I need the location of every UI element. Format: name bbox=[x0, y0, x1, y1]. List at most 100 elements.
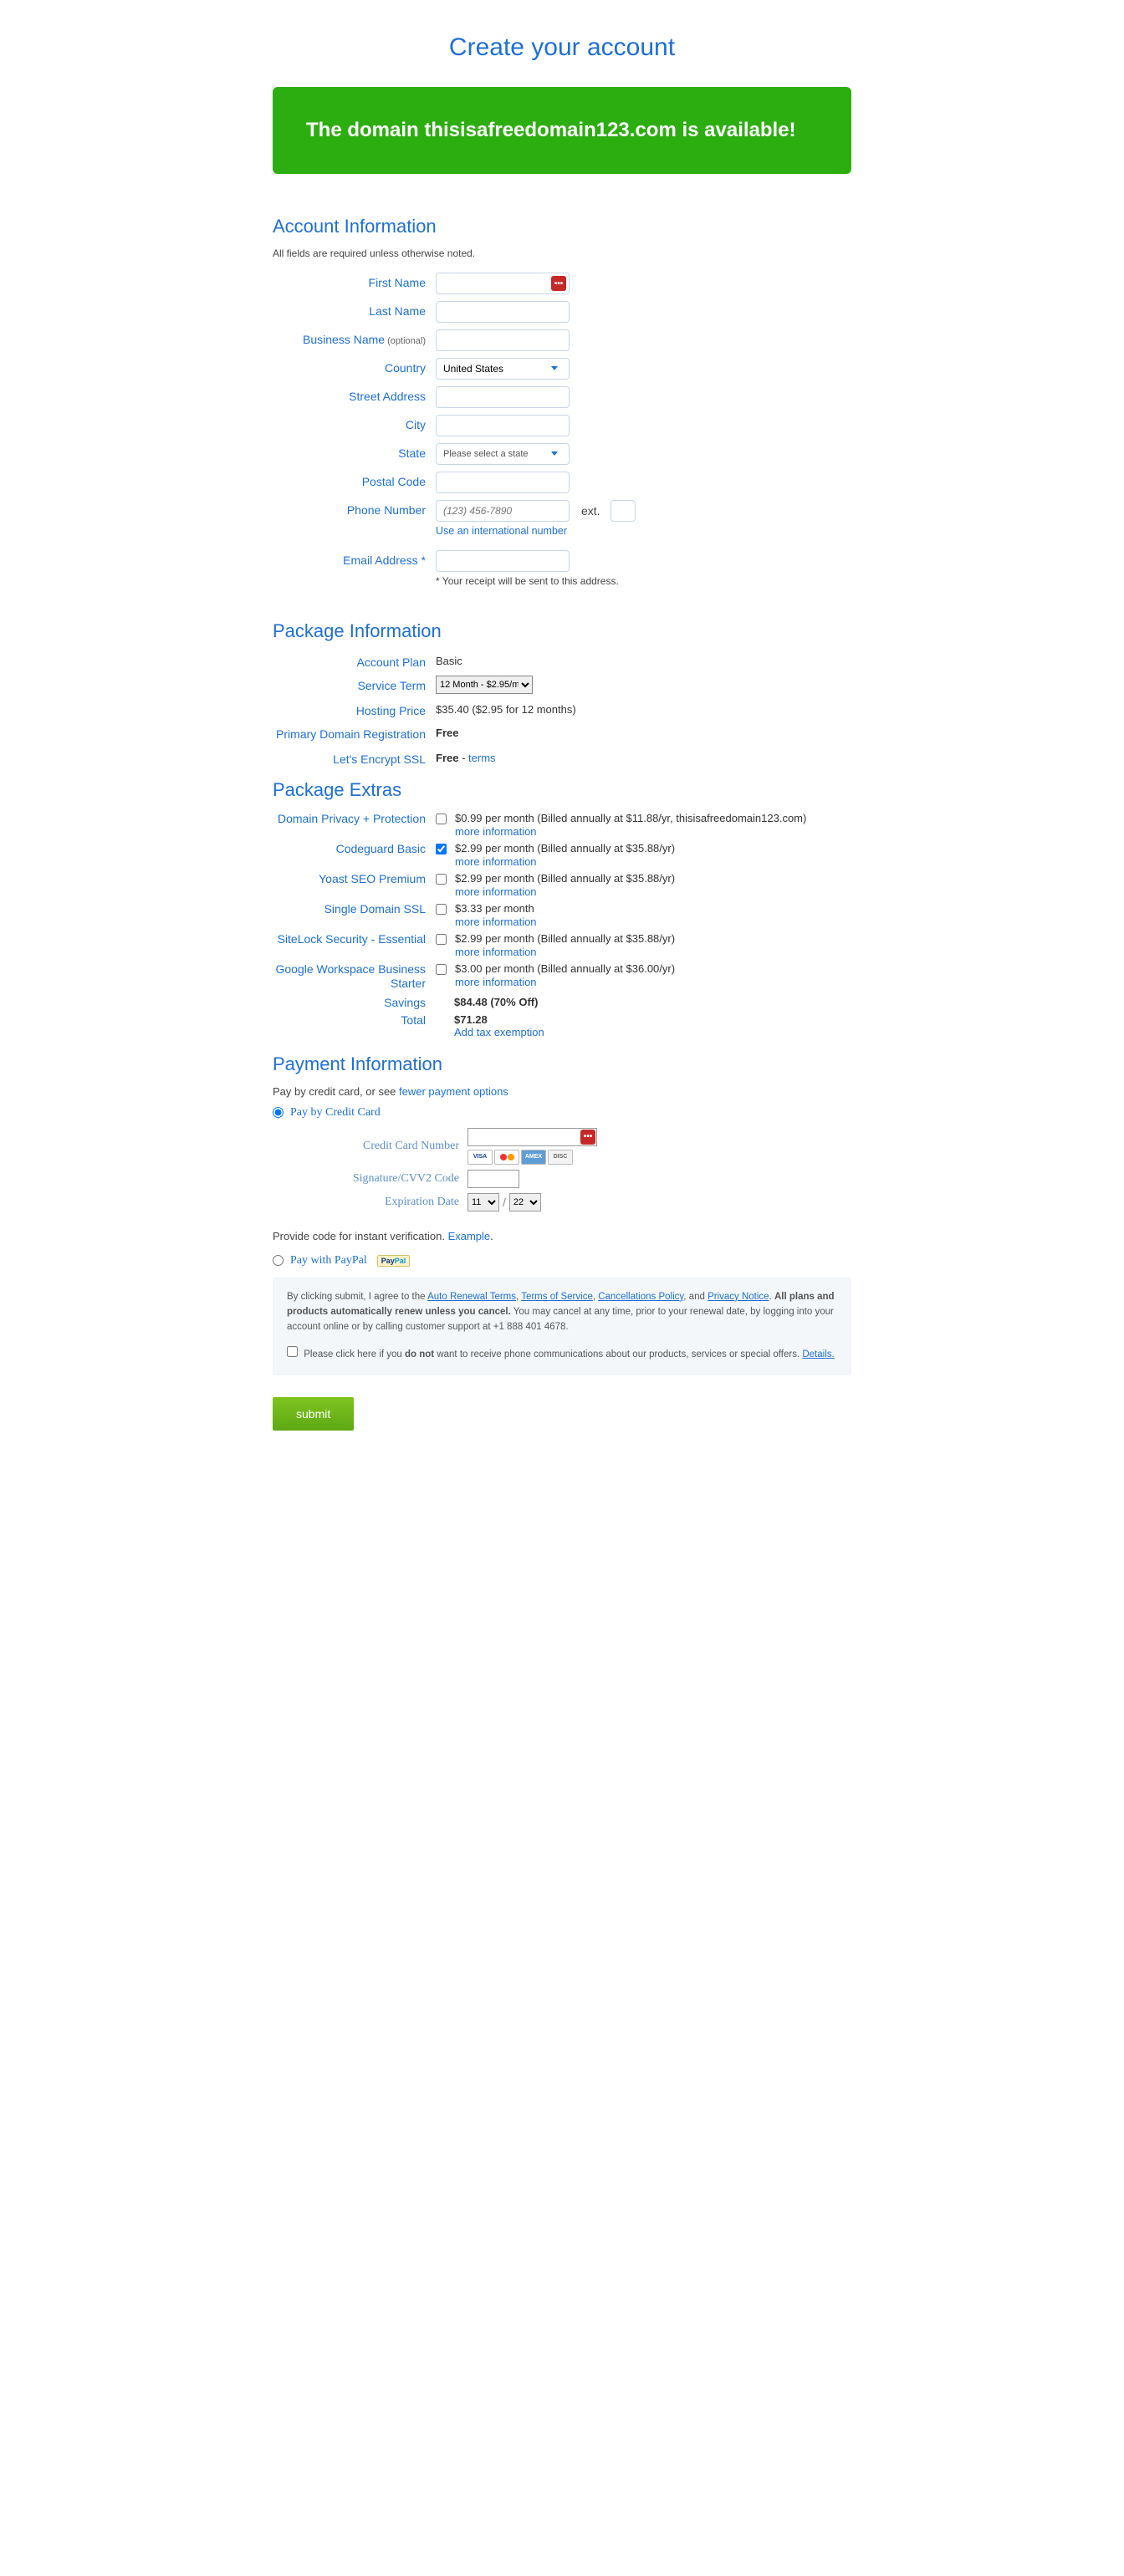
street-input[interactable] bbox=[436, 386, 570, 408]
password-manager-icon[interactable]: ••• bbox=[580, 1130, 595, 1145]
discover-icon: DISC bbox=[548, 1150, 573, 1165]
first-name-label: First Name bbox=[273, 273, 436, 289]
extra-label: SiteLock Security - Essential bbox=[273, 932, 436, 947]
optional-text: (optional) bbox=[385, 336, 426, 346]
more-info-link[interactable]: more information bbox=[455, 916, 537, 928]
extra-text: $3.33 per month bbox=[455, 902, 537, 915]
term-label: Service Term bbox=[273, 676, 436, 692]
ext-label: ext. bbox=[581, 504, 600, 518]
extra-label: Yoast SEO Premium bbox=[273, 872, 436, 887]
cvv-label: Signature/CVV2 Code bbox=[273, 1172, 467, 1186]
terms-and: , and bbox=[683, 1292, 708, 1302]
optout-details-link[interactable]: Details. bbox=[802, 1349, 834, 1359]
cancel-policy-link[interactable]: Cancellations Policy bbox=[598, 1292, 683, 1302]
email-input[interactable] bbox=[436, 550, 570, 572]
extra-text: $0.99 per month (Billed annually at $11.… bbox=[455, 812, 806, 824]
exp-year-select[interactable]: 22 bbox=[509, 1193, 541, 1211]
banner-text: The domain thisisafreedomain123.com is a… bbox=[306, 117, 818, 144]
optout-pre: Please click here if you bbox=[304, 1349, 405, 1359]
total-value: $71.28 bbox=[454, 1013, 488, 1026]
state-label: State bbox=[273, 443, 436, 460]
account-info-heading: Account Information bbox=[273, 216, 851, 237]
extra-checkbox[interactable] bbox=[436, 874, 447, 885]
hosting-price-value: $35.40 ($2.95 for 12 months) bbox=[436, 701, 576, 716]
ext-input[interactable] bbox=[611, 500, 636, 522]
country-label: Country bbox=[273, 358, 436, 375]
more-info-link[interactable]: more information bbox=[455, 946, 537, 958]
street-label: Street Address bbox=[273, 386, 436, 403]
more-info-link[interactable]: more information bbox=[455, 825, 537, 838]
amex-icon: AMEX bbox=[521, 1150, 546, 1165]
cc-number-label: Credit Card Number bbox=[273, 1140, 467, 1153]
first-name-input[interactable] bbox=[436, 273, 570, 294]
phone-label: Phone Number bbox=[273, 500, 436, 517]
email-label: Email Address * bbox=[273, 550, 436, 567]
exp-separator: / bbox=[503, 1196, 506, 1209]
ssl-terms-link[interactable]: terms bbox=[468, 752, 496, 764]
tos-link[interactable]: Terms of Service bbox=[521, 1292, 593, 1302]
exp-month-select[interactable]: 11 bbox=[467, 1193, 499, 1211]
submit-button[interactable]: submit bbox=[273, 1397, 354, 1431]
more-info-link[interactable]: more information bbox=[455, 976, 537, 988]
package-extras-heading: Package Extras bbox=[273, 779, 851, 801]
country-select[interactable]: United States bbox=[436, 358, 570, 380]
privacy-link[interactable]: Privacy Notice bbox=[708, 1292, 769, 1302]
availability-banner: The domain thisisafreedomain123.com is a… bbox=[273, 87, 851, 174]
paypal-icon: PayPal bbox=[377, 1255, 411, 1267]
last-name-label: Last Name bbox=[273, 301, 436, 318]
auto-renewal-link[interactable]: Auto Renewal Terms bbox=[427, 1292, 516, 1302]
plan-label: Account Plan bbox=[273, 652, 436, 669]
extra-label: Domain Privacy + Protection bbox=[273, 812, 436, 827]
required-note: All fields are required unless otherwise… bbox=[273, 247, 851, 259]
tax-exemption-link[interactable]: Add tax exemption bbox=[454, 1026, 544, 1038]
cc-number-input[interactable] bbox=[467, 1128, 597, 1146]
provide-pre: Provide code for instant verification. bbox=[273, 1230, 448, 1242]
term-select[interactable]: 12 Month - $2.95/mo bbox=[436, 676, 533, 694]
password-manager-icon[interactable]: ••• bbox=[551, 276, 566, 291]
pay-cc-radio[interactable] bbox=[273, 1107, 284, 1118]
mastercard-icon bbox=[494, 1150, 519, 1165]
package-info-heading: Package Information bbox=[273, 620, 851, 642]
ssl-value: Free bbox=[436, 752, 458, 764]
exp-label: Expiration Date bbox=[273, 1196, 467, 1209]
extra-checkbox[interactable] bbox=[436, 844, 447, 854]
more-info-link[interactable]: more information bbox=[455, 855, 537, 868]
last-name-input[interactable] bbox=[436, 301, 570, 323]
page-title: Create your account bbox=[273, 33, 851, 62]
savings-label: Savings bbox=[273, 996, 436, 1009]
terms-box: By clicking submit, I agree to the Auto … bbox=[273, 1278, 851, 1375]
pay-paypal-radio[interactable] bbox=[273, 1255, 284, 1266]
business-name-label: Business Name (optional) bbox=[273, 329, 436, 346]
business-name-input[interactable] bbox=[436, 329, 570, 351]
payment-subtext: Pay by credit card, or see fewer payment… bbox=[273, 1085, 851, 1098]
cvv-input[interactable] bbox=[467, 1170, 519, 1188]
ssl-value-row: Free - terms bbox=[436, 749, 496, 764]
example-link[interactable]: Example bbox=[448, 1230, 491, 1242]
payment-subtext-pre: Pay by credit card, or see bbox=[273, 1085, 399, 1098]
card-brand-icons: VISA AMEX DISC bbox=[467, 1150, 597, 1165]
extra-checkbox[interactable] bbox=[436, 964, 447, 975]
more-info-link[interactable]: more information bbox=[455, 885, 537, 898]
provide-code-text: Provide code for instant verification. E… bbox=[273, 1230, 851, 1242]
extra-checkbox[interactable] bbox=[436, 904, 447, 915]
optout-checkbox[interactable] bbox=[287, 1346, 298, 1357]
state-select[interactable]: Please select a state bbox=[436, 443, 570, 465]
savings-value: $84.48 (70% Off) bbox=[436, 996, 538, 1008]
email-hint: * Your receipt will be sent to this addr… bbox=[436, 575, 619, 587]
plan-value: Basic bbox=[436, 652, 462, 667]
extra-checkbox[interactable] bbox=[436, 934, 447, 945]
ssl-label: Let's Encrypt SSL bbox=[273, 749, 436, 766]
pay-cc-label: Pay by Credit Card bbox=[290, 1106, 381, 1120]
postal-label: Postal Code bbox=[273, 472, 436, 488]
fewer-options-link[interactable]: fewer payment options bbox=[399, 1085, 508, 1098]
primary-domain-label: Primary Domain Registration bbox=[273, 724, 436, 742]
total-label: Total bbox=[273, 1013, 436, 1027]
postal-input[interactable] bbox=[436, 472, 570, 493]
extra-label: Single Domain SSL bbox=[273, 902, 436, 917]
extra-text: $2.99 per month (Billed annually at $35.… bbox=[455, 932, 675, 945]
intl-number-link[interactable]: Use an international number bbox=[436, 525, 567, 537]
extra-label: Google Workspace Business Starter bbox=[273, 962, 436, 992]
city-input[interactable] bbox=[436, 415, 570, 436]
extra-checkbox[interactable] bbox=[436, 814, 447, 824]
phone-input[interactable] bbox=[436, 500, 570, 522]
